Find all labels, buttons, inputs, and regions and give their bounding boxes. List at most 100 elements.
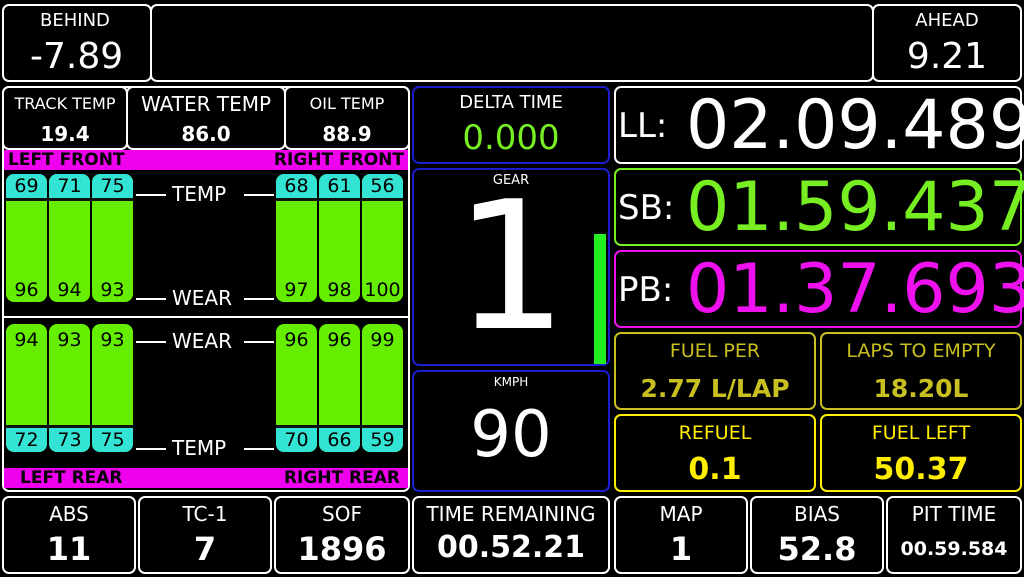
- rear-wear-line-right: [244, 341, 274, 343]
- session-best-panel: SB: 01.59.437: [614, 168, 1024, 247]
- tyre-wear: 96: [327, 329, 352, 351]
- rear-temp-line-left: [136, 448, 166, 450]
- water-temp-value: 86.0: [181, 122, 231, 146]
- map-value: 1: [669, 530, 693, 568]
- refuel-panel: REFUEL 0.1: [614, 414, 816, 492]
- tyre-rf-inner: 68 97: [276, 174, 317, 302]
- time-remaining-value: 00.52.21: [436, 530, 586, 565]
- tyre-rf-middle: 61 98: [319, 174, 360, 302]
- gear-panel: GEAR 1: [412, 168, 610, 366]
- pit-time-value: 00.59.584: [900, 538, 1008, 560]
- tyre-wear: 94: [14, 329, 39, 351]
- tyre-wear: 96: [14, 279, 39, 301]
- bias-panel: BIAS 52.8: [750, 496, 884, 574]
- sof-value: 1896: [297, 530, 387, 568]
- tyre-rr-outer: 99 59: [362, 324, 403, 452]
- laps-to-empty-panel: LAPS TO EMPTY 18.20L: [820, 332, 1022, 410]
- rear-wear-label: WEAR: [172, 329, 232, 353]
- fuel-left-panel: FUEL LEFT 50.37: [820, 414, 1022, 492]
- behind-value: -7.89: [30, 36, 124, 77]
- tyre-rr-inner: 96 70: [276, 324, 317, 452]
- delta-time-value: 0.000: [462, 118, 560, 158]
- tyre-lr-middle: 93 73: [49, 324, 90, 452]
- tyre-wear: 98: [327, 279, 352, 301]
- ahead-label: AHEAD: [915, 10, 979, 31]
- tyre-temp: 75: [92, 425, 133, 452]
- tyre-lr-inner: 93 75: [92, 324, 133, 452]
- tyre-wear: 97: [284, 279, 309, 301]
- front-wear-label: WEAR: [172, 286, 232, 310]
- tyre-wear: 99: [370, 329, 395, 351]
- last-lap-value: 02.09.489: [686, 86, 1024, 165]
- behind-label: BEHIND: [40, 10, 110, 31]
- track-temp-cell: TRACK TEMP 19.4: [2, 86, 128, 150]
- speed-panel: KMPH 90: [412, 370, 610, 492]
- oil-temp-value: 88.9: [322, 122, 372, 146]
- tyre-temp: 61: [319, 174, 360, 201]
- tyre-temp: 56: [362, 174, 403, 201]
- fuel-per-label: FUEL PER: [669, 340, 761, 362]
- laps-to-empty-label: LAPS TO EMPTY: [846, 340, 996, 362]
- refuel-label: REFUEL: [678, 422, 752, 444]
- front-temp-line-left: [136, 194, 166, 196]
- right-rear-label: RIGHT REAR: [283, 468, 400, 488]
- tyre-temp: 73: [49, 425, 90, 452]
- sof-label: SOF: [322, 502, 362, 526]
- tyre-temp: 68: [276, 174, 317, 201]
- tyre-wear: 100: [364, 279, 401, 301]
- delta-time-panel: DELTA TIME 0.000: [412, 86, 610, 164]
- tyre-wear: 93: [57, 329, 82, 351]
- fuel-per-value: 2.77 L/LAP: [640, 374, 790, 403]
- pit-time-label: PIT TIME: [911, 502, 997, 526]
- front-wear-line-right: [244, 298, 274, 300]
- session-best-label: SB:: [618, 188, 675, 228]
- track-temp-value: 19.4: [40, 122, 90, 146]
- tyre-temp: 75: [92, 174, 133, 201]
- abs-value: 11: [46, 530, 92, 568]
- last-lap-label: LL:: [618, 106, 668, 146]
- personal-best-value: 01.37.693: [686, 250, 1024, 329]
- last-lap-panel: LL: 02.09.489: [614, 86, 1024, 165]
- tyre-wear: 93: [100, 329, 125, 351]
- fuel-per-panel: FUEL PER 2.77 L/LAP: [614, 332, 816, 410]
- tyre-rr-middle: 96 66: [319, 324, 360, 452]
- delta-time-label: DELTA TIME: [459, 92, 563, 113]
- tyre-temp: 71: [49, 174, 90, 201]
- tyre-temp: 69: [6, 174, 47, 201]
- traction-control-value: 7: [193, 530, 217, 568]
- ahead-value: 9.21: [906, 36, 988, 77]
- message-panel: [150, 4, 874, 82]
- abs-panel: ABS 11: [2, 496, 136, 574]
- bias-value: 52.8: [777, 530, 857, 568]
- speed-label: KMPH: [493, 375, 529, 389]
- behind-panel: BEHIND -7.89: [2, 4, 152, 82]
- laps-to-empty-value: 18.20L: [873, 374, 969, 403]
- right-front-label: RIGHT FRONT: [273, 150, 404, 170]
- personal-best-panel: PB: 01.37.693: [614, 250, 1024, 329]
- front-tyres-banner: LEFT FRONT RIGHT FRONT: [4, 150, 408, 170]
- time-remaining-panel: TIME REMAINING 00.52.21: [412, 496, 610, 574]
- traction-control-panel: TC-1 7: [138, 496, 272, 574]
- personal-best-label: PB:: [618, 270, 674, 310]
- water-temp-label: WATER TEMP: [140, 92, 272, 116]
- time-remaining-label: TIME REMAINING: [426, 502, 596, 526]
- rear-wear-line-left: [136, 341, 166, 343]
- water-temp-cell: WATER TEMP 86.0: [126, 86, 286, 150]
- tyre-lf-middle: 71 94: [49, 174, 90, 302]
- refuel-value: 0.1: [688, 452, 742, 487]
- tyre-wear: 96: [284, 329, 309, 351]
- fuel-left-value: 50.37: [873, 452, 969, 487]
- tyre-wear: 93: [100, 279, 125, 301]
- tyre-rf-outer: 56 100: [362, 174, 403, 302]
- front-temp-line-right: [244, 194, 274, 196]
- map-panel: MAP 1: [614, 496, 748, 574]
- oil-temp-label: OIL TEMP: [309, 94, 385, 113]
- rear-temp-line-right: [244, 448, 274, 450]
- oil-temp-cell: OIL TEMP 88.9: [284, 86, 410, 150]
- pit-time-panel: PIT TIME 00.59.584: [886, 496, 1022, 574]
- tyre-temp: 72: [6, 425, 47, 452]
- fuel-left-label: FUEL LEFT: [871, 422, 971, 444]
- gear-value: 1: [454, 163, 568, 370]
- front-temp-label: TEMP: [172, 182, 227, 206]
- tyre-temp: 66: [319, 425, 360, 452]
